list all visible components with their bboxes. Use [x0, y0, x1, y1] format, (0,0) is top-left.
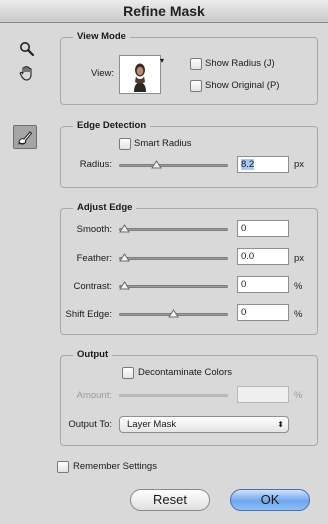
radius-label: Radius: [79, 159, 112, 170]
view-thumbnail-image [120, 56, 160, 93]
output-to-select[interactable]: Layer Mask ⬍ [119, 416, 289, 433]
feather-label: Feather: [76, 253, 112, 264]
output-to-value: Layer Mask [127, 419, 177, 430]
radius-slider-track[interactable] [119, 164, 228, 167]
amount-unit: % [294, 390, 303, 401]
shift-edge-input[interactable]: 0 [237, 304, 289, 321]
remember-settings-label: Remember Settings [73, 461, 157, 472]
refine-radius-brush-icon [17, 131, 33, 145]
shift-edge-unit: % [294, 309, 303, 320]
amount-label: Amount: [76, 390, 112, 401]
contrast-slider-track[interactable] [119, 285, 228, 288]
smooth-slider-track[interactable] [119, 228, 228, 231]
feather-slider-thumb[interactable] [119, 253, 130, 262]
view-dropdown-arrow-icon[interactable]: ▾ [160, 56, 164, 65]
view-mode-preview[interactable] [119, 55, 161, 94]
decontaminate-colors-checkbox[interactable] [122, 367, 134, 379]
smooth-slider-thumb[interactable] [119, 224, 130, 233]
remember-settings-checkbox[interactable] [57, 461, 69, 473]
shift-edge-slider-thumb[interactable] [168, 309, 179, 318]
contrast-input[interactable]: 0 [237, 276, 289, 293]
radius-unit: px [294, 159, 305, 170]
smart-radius-checkbox[interactable] [119, 138, 131, 150]
feather-slider-track[interactable] [119, 257, 228, 260]
output-title: Output [73, 349, 113, 360]
smooth-input[interactable]: 0 [237, 220, 289, 237]
zoom-tool[interactable] [16, 38, 38, 60]
refine-radius-tool[interactable] [13, 125, 37, 149]
adjust-edge-title: Adjust Edge [73, 202, 137, 213]
contrast-label: Contrast: [73, 281, 112, 292]
hand-tool[interactable] [16, 62, 38, 84]
output-to-label: Output To: [68, 419, 112, 430]
edge-detection-title: Edge Detection [73, 120, 151, 131]
amount-input [237, 386, 289, 403]
smooth-label: Smooth: [76, 224, 112, 235]
zoom-icon [20, 42, 35, 57]
reset-button[interactable]: Reset [130, 489, 210, 511]
decontaminate-colors-label: Decontaminate Colors [138, 367, 232, 378]
radius-slider-thumb[interactable] [151, 160, 163, 169]
show-original-label: Show Original (P) [205, 80, 280, 91]
show-original-checkbox[interactable] [190, 80, 202, 92]
shift-edge-label: Shift Edge: [65, 309, 112, 320]
show-radius-label: Show Radius (J) [205, 58, 275, 69]
updown-arrows-icon: ⬍ [277, 420, 284, 429]
contrast-slider-thumb[interactable] [119, 281, 130, 290]
radius-value: 8.2 [241, 159, 255, 170]
amount-slider-track [119, 394, 228, 397]
radius-input[interactable]: 8.2 [237, 156, 289, 173]
contrast-unit: % [294, 281, 303, 292]
feather-input[interactable]: 0.0 [237, 248, 289, 265]
hand-icon [19, 65, 32, 81]
smart-radius-label: Smart Radius [134, 138, 192, 149]
view-mode-title: View Mode [73, 31, 130, 42]
view-label: View: [90, 68, 114, 79]
show-radius-checkbox[interactable] [190, 58, 202, 70]
window-title: Refine Mask [0, 0, 328, 23]
ok-button[interactable]: OK [230, 489, 310, 511]
feather-unit: px [294, 253, 305, 264]
